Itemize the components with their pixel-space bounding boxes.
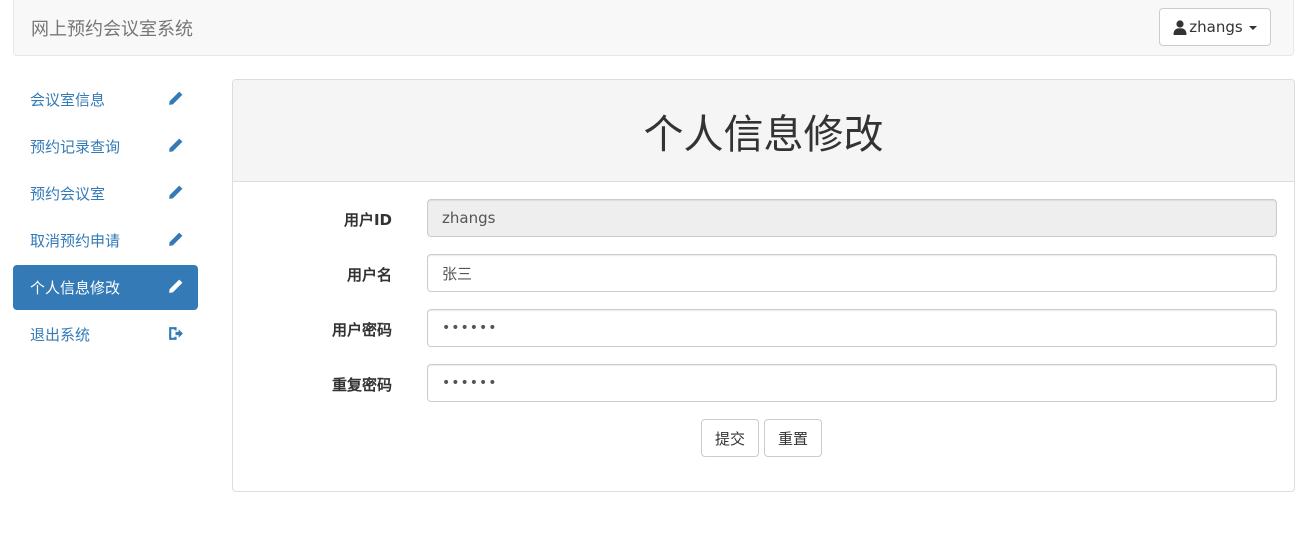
page-title: 个人信息修改 xyxy=(643,111,884,158)
sidebar-item-booking-records[interactable]: 预约记录查询 xyxy=(13,124,198,169)
password-field[interactable]: •••••• xyxy=(427,309,1277,347)
password-repeat-label: 重复密码 xyxy=(331,376,392,394)
user-id-label: 用户ID xyxy=(343,211,392,229)
pencil-icon xyxy=(169,279,183,293)
pencil-icon xyxy=(169,91,183,105)
password-repeat-row: 重复密码 •••••• xyxy=(233,364,1294,402)
sidebar-item-label: 个人信息修改 xyxy=(30,279,121,297)
app-brand[interactable]: 网上预约会议室系统 xyxy=(31,15,193,41)
top-navbar: 网上预约会议室系统 zhangs xyxy=(13,0,1294,56)
sidebar-item-label: 预约会议室 xyxy=(30,185,106,203)
pencil-icon xyxy=(169,232,183,246)
username-label: 用户名 xyxy=(346,266,392,284)
pencil-icon xyxy=(169,185,183,199)
reset-button[interactable]: 重置 xyxy=(764,419,823,457)
user-id-field[interactable]: zhangs xyxy=(427,199,1277,237)
logout-icon xyxy=(169,327,183,340)
panel-header: 个人信息修改 xyxy=(233,80,1294,182)
password-repeat-field[interactable]: •••••• xyxy=(427,364,1277,402)
form-actions: 提交 重置 xyxy=(701,419,823,457)
sidebar-item-book-room[interactable]: 预约会议室 xyxy=(13,171,198,216)
user-menu-label: zhangs xyxy=(1189,18,1243,36)
sidebar-item-label: 会议室信息 xyxy=(30,91,106,109)
username-field[interactable]: 张三 xyxy=(427,254,1277,292)
user-menu-button[interactable]: zhangs xyxy=(1159,8,1271,46)
password-label: 用户密码 xyxy=(331,321,392,339)
sidebar-item-label: 预约记录查询 xyxy=(30,138,121,156)
profile-edit-panel: 个人信息修改 用户ID zhangs 用户名 张三 用户密码 •••••• 重复… xyxy=(232,79,1295,492)
password-row: 用户密码 •••••• xyxy=(233,309,1294,347)
sidebar-item-profile-edit[interactable]: 个人信息修改 xyxy=(13,265,198,310)
sidebar-nav: 会议室信息 预约记录查询 预约会议室 取消预约申请 个人信息修改 退出系统 xyxy=(13,77,198,359)
sidebar-item-logout[interactable]: 退出系统 xyxy=(13,312,198,357)
user-icon xyxy=(1173,19,1187,35)
sidebar-item-label: 退出系统 xyxy=(30,326,91,344)
sidebar-item-cancel-booking[interactable]: 取消预约申请 xyxy=(13,218,198,263)
submit-button[interactable]: 提交 xyxy=(701,419,760,457)
sidebar-item-room-info[interactable]: 会议室信息 xyxy=(13,77,198,122)
caret-down-icon xyxy=(1248,26,1257,30)
user-id-row: 用户ID zhangs xyxy=(233,199,1294,237)
username-row: 用户名 张三 xyxy=(233,254,1294,292)
pencil-icon xyxy=(169,138,183,152)
sidebar-item-label: 取消预约申请 xyxy=(30,232,121,250)
